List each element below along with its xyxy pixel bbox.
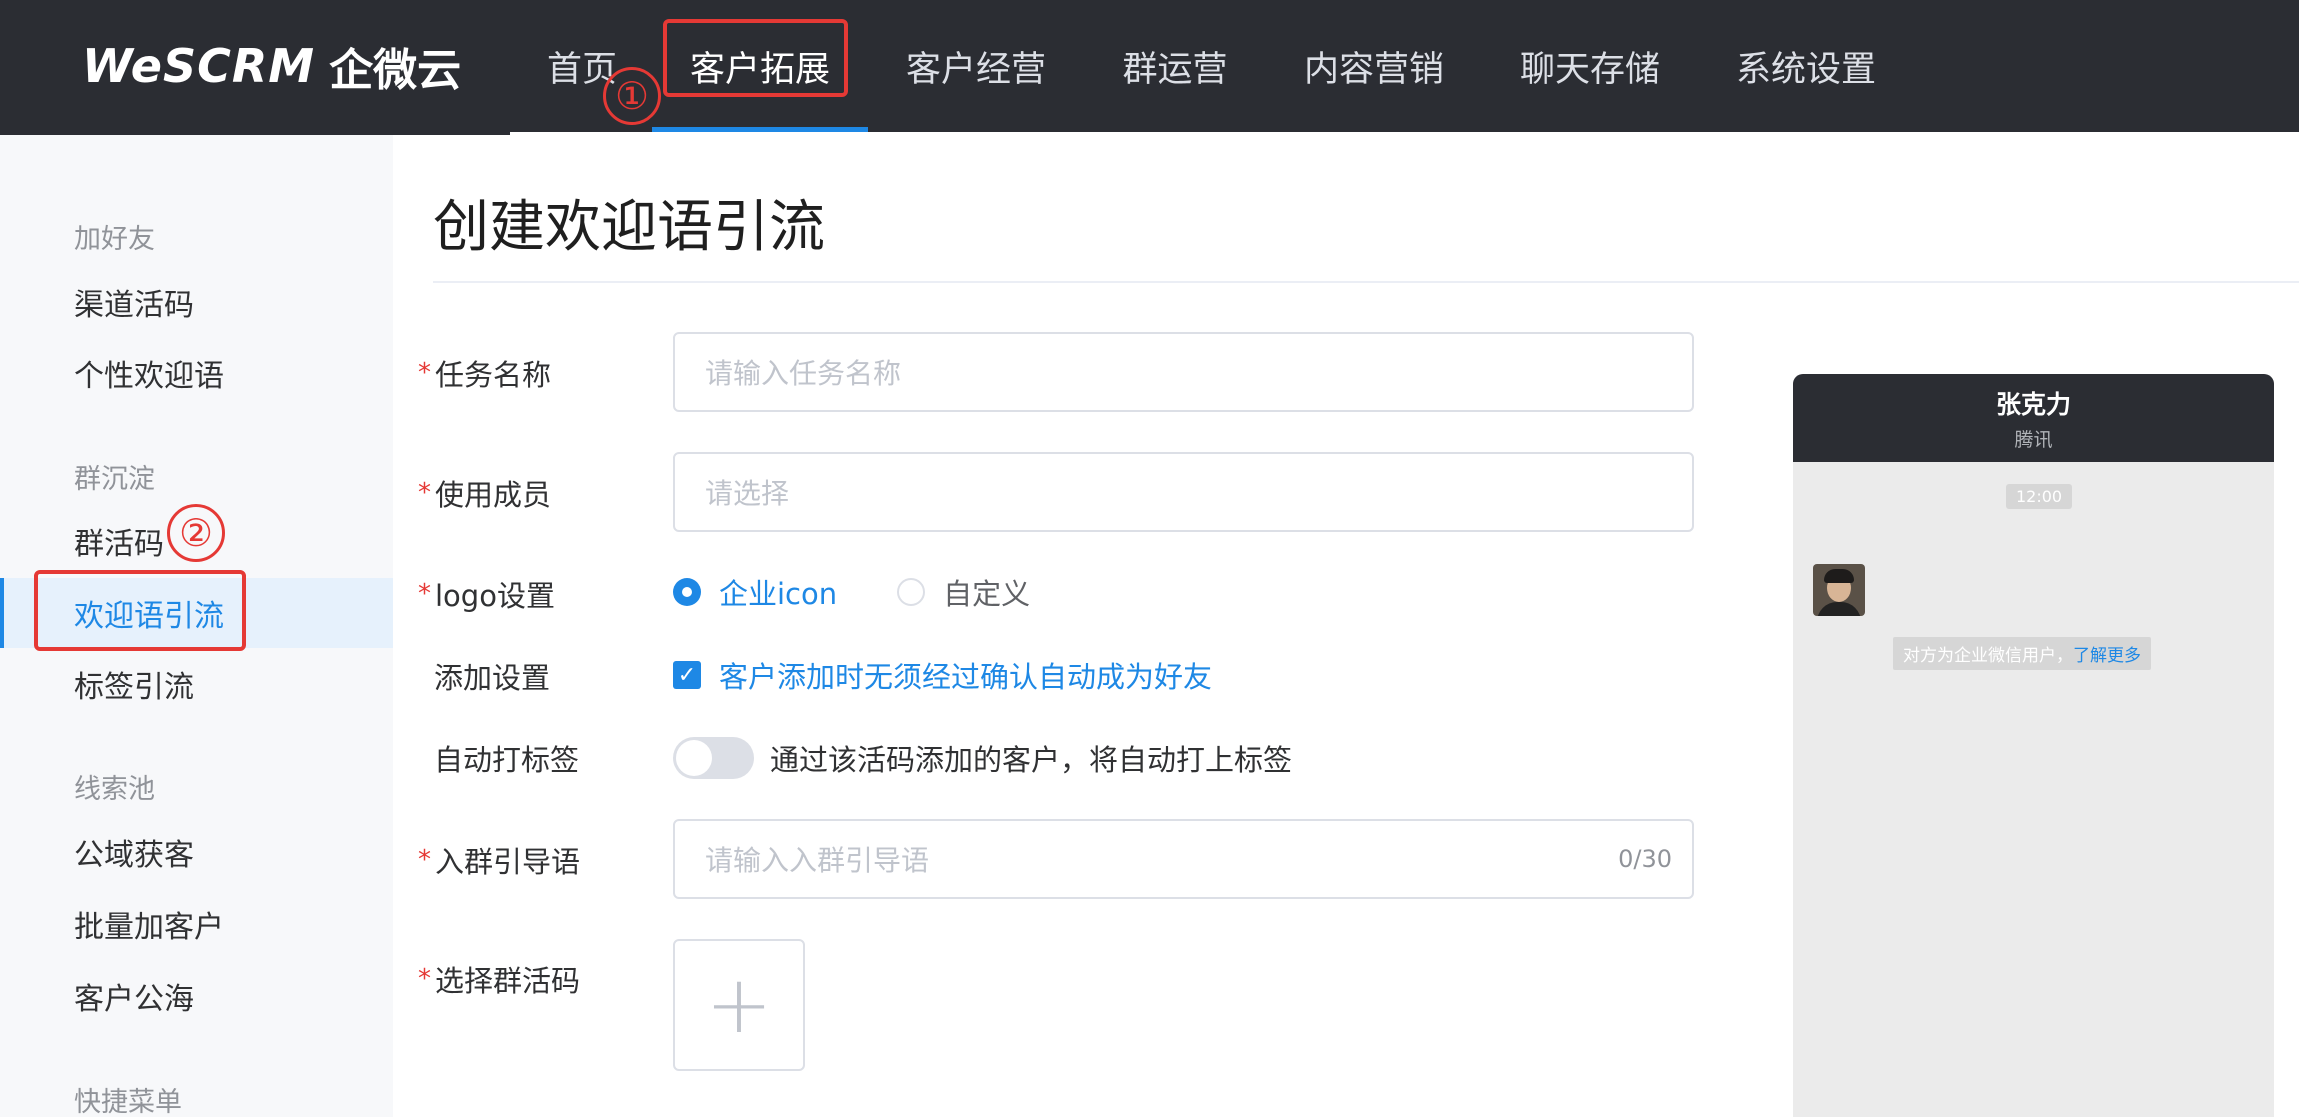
sidebar-item-label: 批量加客户: [74, 910, 224, 945]
group-guide-counter: 0/30: [1618, 845, 1672, 873]
logo-radio-group: 企业icon 自定义: [673, 572, 1030, 612]
auto-tag-switch-label: 通过该活码添加的客户，将自动打上标签: [770, 743, 1293, 777]
preview-notice: 对方为企业微信用户，了解更多: [1893, 637, 2151, 670]
label-add-setting-text: 添加设置: [434, 661, 551, 695]
auto-friend-checkbox-row: ✓ 客户添加时无须经过确认自动成为好友: [673, 655, 1212, 695]
sidebar-item-label: 渠道活码: [74, 288, 194, 323]
members-placeholder: 请选择: [705, 477, 790, 510]
preview-timestamp: 12:00: [2006, 484, 2073, 509]
sidebar-item-tag-traffic[interactable]: 标签引流: [0, 649, 393, 719]
required-mark: *: [418, 579, 431, 609]
preview-contact-org: 腾讯: [2014, 428, 2053, 451]
nav-group-operation-label: 群运营: [1122, 49, 1228, 90]
sidebar-item-customer-pool[interactable]: 客户公海: [0, 961, 393, 1031]
logo[interactable]: WeSCRM 企微云: [82, 36, 461, 96]
radio-enterprise-icon-label[interactable]: 企业icon: [719, 571, 837, 613]
radio-enterprise-icon[interactable]: [673, 578, 701, 606]
group-guide-placeholder: 请输入入群引导语: [705, 844, 930, 877]
label-members: * 使用成员: [418, 472, 551, 514]
nav-content-marketing[interactable]: 内容营销: [1266, 0, 1482, 132]
sidebar-item-channel-code[interactable]: 渠道活码: [0, 267, 393, 337]
sidebar-item-personal-welcome[interactable]: 个性欢迎语: [0, 338, 393, 408]
radio-custom-label[interactable]: 自定义: [943, 571, 1030, 613]
required-mark: *: [418, 478, 431, 508]
group-code-upload[interactable]: +: [673, 939, 805, 1071]
radio-custom[interactable]: [897, 578, 926, 606]
sidebar-group-lead-pool: 线索池: [74, 774, 155, 805]
annotation-box-step2: [34, 570, 246, 651]
label-members-text: 使用成员: [435, 478, 552, 512]
label-logo-text: logo设置: [435, 579, 555, 613]
required-mark: *: [418, 358, 431, 388]
task-name-placeholder: 请输入任务名称: [705, 357, 902, 390]
label-task-name-text: 任务名称: [435, 358, 552, 392]
logo-mark: WeSCRM: [82, 39, 316, 93]
nav-customer-operation[interactable]: 客户经营: [868, 0, 1084, 132]
nav-content-marketing-label: 内容营销: [1303, 49, 1444, 90]
preview-contact-name: 张克力: [1995, 389, 2071, 419]
nav-system-settings-label: 系统设置: [1735, 49, 1876, 90]
label-task-name: * 任务名称: [418, 352, 551, 394]
annotation-box-step1: [663, 19, 848, 97]
sidebar-group-add-friends: 加好友: [74, 224, 155, 255]
label-add-setting: 添加设置: [418, 655, 550, 697]
nav-chat-storage[interactable]: 聊天存储: [1482, 0, 1698, 132]
phone-header: 张克力 腾讯: [1793, 374, 2274, 462]
nav-active-indicator: [652, 127, 868, 132]
label-group-guide: * 入群引导语: [418, 839, 580, 881]
title-divider: [433, 281, 2299, 283]
sidebar-item-label: 标签引流: [74, 670, 194, 705]
required-mark: *: [418, 964, 431, 994]
label-group-code: * 选择群活码: [418, 958, 580, 1000]
logo-text: 企微云: [329, 45, 462, 96]
sidebar-item-label: 客户公海: [74, 982, 194, 1017]
sidebar-item-label: 群活码: [74, 527, 164, 562]
label-group-guide-text: 入群引导语: [435, 845, 581, 879]
auto-friend-checkbox[interactable]: ✓: [673, 661, 701, 689]
preview-learn-more-link[interactable]: 了解更多: [2073, 646, 2141, 666]
sidebar-item-public-acquisition[interactable]: 公域获客: [0, 817, 393, 887]
members-select[interactable]: 请选择: [673, 452, 1694, 532]
sidebar-group-shortcut-menu: 快捷菜单: [74, 1087, 182, 1117]
auto-tag-row: 通过该活码添加的客户，将自动打上标签: [673, 737, 1292, 779]
sidebar-item-batch-add[interactable]: 批量加客户: [0, 889, 393, 959]
group-guide-input[interactable]: 请输入入群引导语 0/30: [673, 819, 1694, 899]
sidebar-group-group-retention: 群沉淀: [74, 464, 155, 495]
page-title: 创建欢迎语引流: [433, 195, 825, 260]
preview-notice-text: 对方为企业微信用户，: [1903, 646, 2073, 666]
label-auto-tag: 自动打标签: [418, 737, 579, 779]
plus-icon: +: [705, 958, 773, 1051]
label-group-code-text: 选择群活码: [435, 964, 581, 998]
annotation-step1: ①: [603, 67, 661, 125]
nav-system-settings[interactable]: 系统设置: [1698, 0, 1914, 132]
annotation-step2: ②: [167, 504, 225, 562]
phone-preview: 张克力 腾讯 12:00 对方为企业微信用户，了解更多: [1793, 374, 2274, 1117]
task-name-input[interactable]: 请输入任务名称: [673, 332, 1694, 412]
nav-chat-storage-label: 聊天存储: [1519, 49, 1660, 90]
auto-friend-checkbox-label[interactable]: 客户添加时无须经过确认自动成为好友: [719, 654, 1212, 696]
nav-customer-operation-label: 客户经营: [905, 49, 1046, 90]
auto-tag-switch[interactable]: [673, 737, 754, 779]
label-logo: * logo设置: [418, 573, 555, 615]
nav-group-operation[interactable]: 群运营: [1084, 0, 1266, 132]
sidebar-item-label: 公域获客: [74, 838, 194, 873]
avatar: [1813, 564, 1865, 616]
sidebar-item-label: 个性欢迎语: [74, 359, 224, 394]
label-auto-tag-text: 自动打标签: [434, 743, 580, 777]
top-navbar: WeSCRM 企微云 首页 客户拓展 客户经营 群运营 内容营销 聊天存储 系统…: [0, 0, 2299, 132]
required-mark: *: [418, 845, 431, 875]
